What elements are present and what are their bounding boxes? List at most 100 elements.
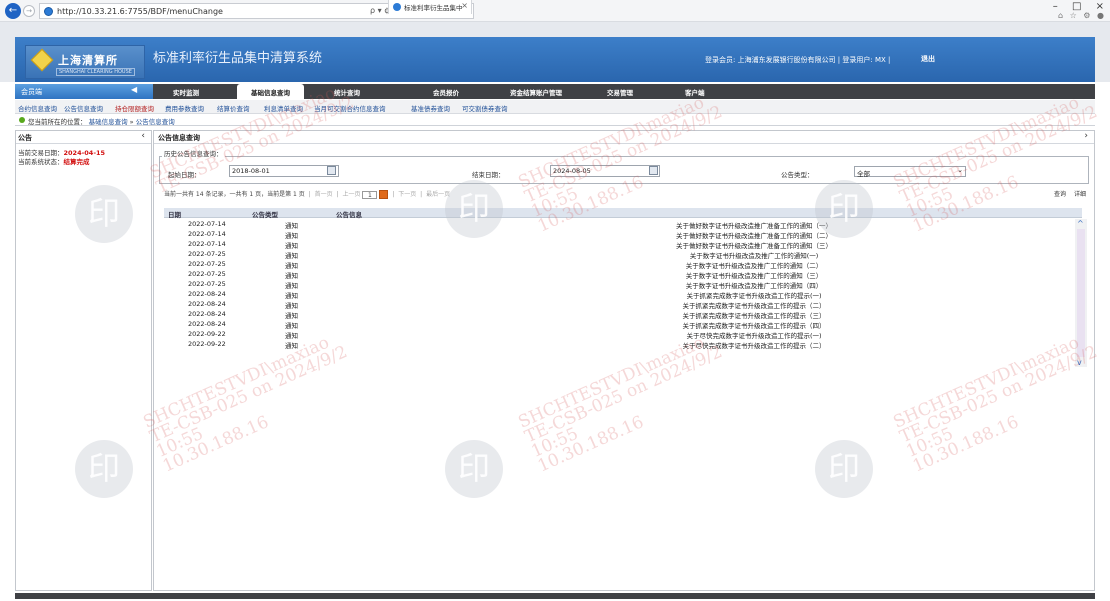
nav-tab-settlement-account[interactable]: 资金结算账户管理 [510,87,562,97]
pager-last-button[interactable]: 最后一页 [426,191,450,198]
member-tab-label: 会员端 [21,88,42,96]
app-header: 上海清算所 SHANGHAI CLEARING HOUSE 标准利率衍生品集中清… [0,22,1110,82]
breadcrumb: 您当前所在的位置： 基础信息查询 » 公告信息查询 [15,114,1095,126]
end-date-input[interactable]: 2024-08-05 [550,165,660,177]
nav-tab-basic-info[interactable]: 基础信息查询 [237,84,304,100]
subnav-position-limit[interactable]: 持仓限额查询 [115,103,154,113]
browser-toolbar-icons[interactable]: ⌂ ☆ ⚙ ● [1058,11,1106,20]
detail-button[interactable]: 详细 [1074,191,1086,198]
table-row[interactable]: 2022-08-24 通知 关于抓紧完成数字证书升级改造工作的提示(一) [164,289,1082,300]
nav-tab-client[interactable]: 客户端 [685,87,705,97]
notice-type-value: 全部 [857,170,870,178]
nav-tab-statistics[interactable]: 统计查询 [334,87,360,97]
query-panel-title: 公告信息查询 [158,134,200,142]
table-row[interactable]: 2022-07-14 通知 关于做好数字证书升级改造推广准备工作的通知（三） [164,239,1082,250]
table-row[interactable]: 2022-07-25 通知 关于数字证书升级改造及推广工作的通知(一) [164,249,1082,260]
system-status-label: 当前系统状态： [18,158,64,166]
search-button[interactable]: 查询 [1054,191,1066,198]
member-tab[interactable]: 会员端 ◀ [15,84,153,99]
nav-tab-trade-mgmt[interactable]: 交易管理 [607,87,633,97]
table-row[interactable]: 2022-07-25 通知 关于数字证书升级改造及推广工作的通知（三） [164,269,1082,280]
column-info[interactable]: 公告信息 [336,209,362,219]
subnav-deliverable-contracts[interactable]: 当月可交割合约信息查询 [314,103,386,113]
row-date: 2022-09-22 [188,330,226,338]
subnav-benchmark-bonds[interactable]: 基准债券查询 [411,103,450,113]
browser-tab-active[interactable]: 标准利率衍生品集中清算系... × [388,0,472,14]
table-row[interactable]: 2022-07-14 通知 关于做好数字证书升级改造推广准备工作的通知（二） [164,229,1082,240]
system-title: 标准利率衍生品集中清算系统 [153,51,323,66]
table-row[interactable]: 2022-07-14 通知 关于做好数字证书升级改造推广准备工作的通知（一） [164,219,1082,230]
table-row[interactable]: 2022-08-24 通知 关于抓紧完成数字证书升级改造工作的提示（三） [164,309,1082,320]
table-row[interactable]: 2022-08-24 通知 关于抓紧完成数字证书升级改造工作的提示（二） [164,299,1082,310]
pager-prev-button[interactable]: 上一页 [342,191,360,198]
breadcrumb-separator: » [129,118,134,126]
row-date: 2022-07-14 [188,240,226,248]
nav-tab-member-quote[interactable]: 会员报价 [433,87,459,97]
breadcrumb-text: 您当前所在的位置： 基础信息查询 » 公告信息查询 [28,116,175,126]
pager-next-button[interactable]: 下一页 [398,191,416,198]
brand-name-en: SHANGHAI CLEARING HOUSE [56,68,135,76]
subnav-notice-info[interactable]: 公告信息查询 [64,103,103,113]
table-row[interactable]: 2022-07-25 通知 关于数字证书升级改造及推广工作的通知（四） [164,279,1082,290]
bottom-bar [15,593,1095,599]
breadcrumb-level2[interactable]: 公告信息查询 [136,118,175,126]
calendar-icon[interactable] [649,166,658,175]
row-info: 关于尽快完成数字证书升级改造工作的提示（二） [682,342,826,350]
nav-tab-realtime[interactable]: 实时监测 [173,87,199,97]
subnav-contract-info[interactable]: 合约信息查询 [18,103,57,113]
main-nav: 会员端 ◀ 实时监测 基础信息查询 统计查询 会员报价 资金结算账户管理 交易管… [15,84,1095,100]
collapse-panel-icon[interactable]: ‹ [141,131,145,141]
breadcrumb-level1[interactable]: 基础信息查询 [89,118,128,126]
notice-type-label: 公告类型： [781,171,814,179]
breadcrumb-prefix: 您当前所在的位置： [28,118,87,126]
start-date-label: 起始日期： [168,171,201,179]
subnav-settlement-price[interactable]: 结算价查询 [217,103,250,113]
column-date[interactable]: 日期 [168,209,181,219]
row-date: 2022-08-24 [188,320,226,328]
table-row[interactable]: 2022-07-25 通知 关于数字证书升级改造及推广工作的通知（二） [164,259,1082,270]
scroll-up-icon[interactable]: ^ [1077,219,1084,228]
pager-page-input[interactable]: 1 [362,190,378,199]
pager-first-button[interactable]: 首一页 [315,191,333,198]
go-page-icon[interactable] [379,190,389,199]
logout-link[interactable]: 退出 [921,54,935,64]
scrollbar-thumb[interactable] [1077,229,1085,357]
calendar-icon[interactable] [327,166,336,175]
expand-panel-icon[interactable]: › [1084,131,1088,141]
brand-name-cn: 上海清算所 [58,54,118,67]
tab-title: 标准利率衍生品集中清算系... [404,4,462,12]
browser-toolbar: ← → http://10.33.21.6:7755/BDF/menuChang… [0,0,1110,22]
table-row[interactable]: 2022-09-22 通知 关于尽快完成数字证书升级改造工作的提示（二） [164,339,1082,350]
brand-logo: 上海清算所 SHANGHAI CLEARING HOUSE [25,45,145,79]
subnav-interest-list[interactable]: 利息清单查询 [264,103,303,113]
subnav-deliverable-bonds[interactable]: 可交割债券查询 [462,103,508,113]
table-header: 日期 公告类型 公告信息 [164,208,1082,219]
subnav-fee-params[interactable]: 费用参数查询 [165,103,204,113]
tab-close-icon[interactable]: × [461,1,468,10]
chevron-down-icon[interactable]: ⌄ [957,166,963,174]
collapse-left-icon[interactable]: ◀ [131,85,137,94]
row-date: 2022-07-25 [188,260,226,268]
row-date: 2022-08-24 [188,310,226,318]
row-date: 2022-07-14 [188,220,226,228]
table-row[interactable]: 2022-08-24 通知 关于抓紧完成数字证书升级改造工作的提示（四） [164,319,1082,330]
address-search-refresh-icons[interactable]: ρ ▾ ¢ [370,6,389,15]
query-actions: 查询 详细 [1048,189,1086,198]
table-row[interactable]: 2022-09-22 通知 关于尽快完成数字证书升级改造工作的提示(一) [164,329,1082,340]
column-type[interactable]: 公告类型 [252,209,278,219]
notice-table-body: 2022-07-14 通知 关于做好数字证书升级改造推广准备工作的通知（一） 2022… [164,219,1082,367]
pagination: 当前一共有 14 条记录，一共有 1 页，当前是第 1 页 | 首一页 | 上一… [164,190,451,199]
location-dot-icon [19,117,25,123]
login-info: 登录会员: 上海浦东发展银行股份有限公司 | 登录用户: MX | [705,56,891,64]
side-panel-header: 公告 ‹ [16,131,151,144]
forward-arrow-icon[interactable]: → [23,5,35,17]
url-text[interactable]: http://10.33.21.6:7755/BDF/menuChange [57,7,223,16]
row-date: 2022-08-24 [188,290,226,298]
pager-summary: 当前一共有 14 条记录，一共有 1 页，当前是第 1 页 [164,191,305,198]
system-status-line: 当前系统状态：结算完成 [18,156,90,166]
scroll-down-icon[interactable]: v [1077,358,1082,367]
notice-type-select[interactable]: 全部 ⌄ [854,166,966,178]
start-date-input[interactable]: 2018-08-01 [229,165,339,177]
table-scrollbar[interactable]: ^ v [1075,219,1087,367]
back-arrow-icon[interactable]: ← [5,3,21,19]
